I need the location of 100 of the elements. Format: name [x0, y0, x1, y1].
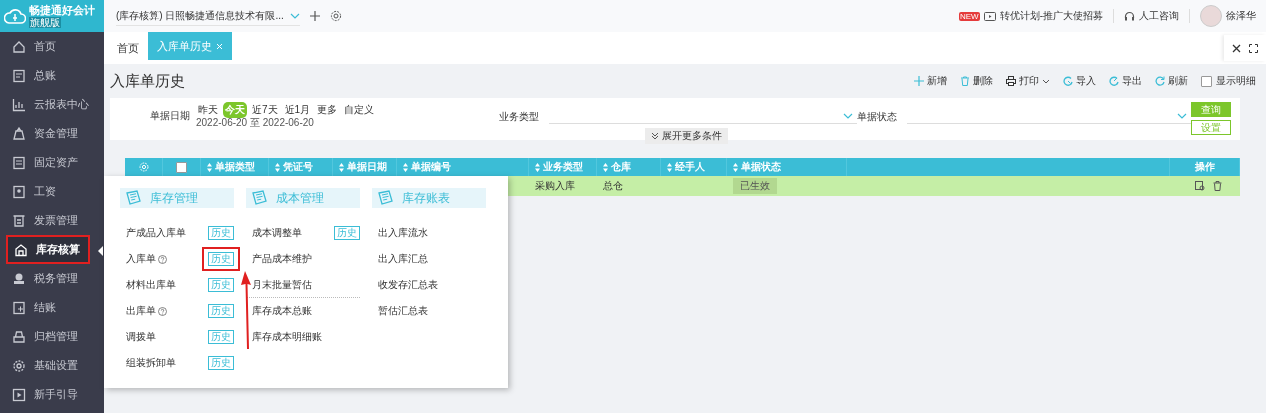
toolbar-button[interactable]: 刷新	[1155, 74, 1188, 88]
document-icon	[124, 190, 142, 206]
date-option[interactable]: 近7天	[250, 102, 280, 118]
sidebar-item[interactable]: 发票管理	[0, 206, 100, 235]
expand-button[interactable]: 展开更多条件	[645, 128, 728, 144]
archive-icon	[12, 329, 26, 344]
account-selector[interactable]: (库存核算) 日照畅捷通信息技术有限...	[116, 6, 300, 26]
field-label: 单据日期	[150, 109, 190, 123]
export-icon	[1109, 76, 1119, 86]
promo-link[interactable]: 转优计划-推广大使招募	[999, 9, 1103, 23]
document-icon	[12, 300, 26, 315]
tv-icon	[983, 11, 996, 21]
sidebar-item[interactable]: 固定资产	[0, 148, 100, 177]
double-chevron-icon	[651, 132, 659, 140]
sidebar-item[interactable]: 资金管理	[0, 119, 100, 148]
plus-icon	[914, 76, 924, 86]
menu-item[interactable]: 调拨单	[126, 330, 156, 344]
sidebar-item[interactable]: 基础设置	[0, 351, 100, 380]
close-icon[interactable]	[1232, 43, 1241, 53]
document-icon	[12, 68, 26, 83]
sidebar-item[interactable]: 总账	[0, 61, 100, 90]
bag-icon	[12, 126, 26, 141]
import-icon	[1063, 76, 1073, 86]
menu-item[interactable]: 月末批量暂估	[252, 277, 312, 292]
avatar[interactable]	[1200, 5, 1222, 27]
logo-name: 畅捷通好会计	[29, 4, 95, 17]
support-link[interactable]: 人工咨询	[1139, 9, 1179, 23]
field-label: 单据状态	[857, 110, 898, 124]
date-option[interactable]: 近1月	[282, 102, 313, 118]
menu-item[interactable]: 收发存汇总表	[378, 278, 438, 292]
refresh-icon	[1155, 76, 1165, 86]
trash-icon[interactable]	[1212, 181, 1222, 191]
sort-icon	[275, 162, 280, 172]
sidebar-item[interactable]: 工资	[0, 177, 100, 206]
chart-icon	[12, 97, 26, 112]
new-badge: NEW	[959, 11, 980, 21]
sidebar-item[interactable]: 新手引导	[0, 380, 100, 409]
sidebar-item[interactable]: 首页	[0, 32, 100, 61]
field-label: 业务类型	[498, 110, 539, 124]
stamp-icon	[12, 271, 26, 286]
gear-icon	[12, 358, 26, 373]
plus-icon[interactable]	[309, 11, 320, 21]
sidebar-item[interactable]: 归档管理	[0, 322, 100, 351]
sort-icon	[403, 162, 408, 172]
warehouse-icon	[14, 242, 28, 257]
menu-item[interactable]: 出入库流水	[378, 226, 428, 240]
settings-icon[interactable]	[329, 10, 342, 22]
toolbar-button[interactable]: 导入	[1063, 74, 1096, 88]
toolbar-button[interactable]: 打印	[1006, 74, 1050, 88]
chevron-down-icon	[289, 12, 300, 19]
home-icon	[12, 39, 26, 54]
view-icon[interactable]	[1194, 181, 1205, 191]
sort-icon	[535, 162, 540, 172]
table-cell: 总仓	[603, 179, 623, 193]
sidebar-item[interactable]: 结账	[0, 293, 100, 322]
sort-icon	[339, 162, 344, 172]
menu-item[interactable]: 入库单	[126, 252, 167, 266]
tab[interactable]: 首页	[108, 32, 148, 64]
fullscreen-icon[interactable]	[1249, 43, 1258, 53]
toolbar-button[interactable]: 导出	[1109, 74, 1142, 88]
checkbox[interactable]	[176, 161, 187, 173]
trash-icon	[960, 76, 970, 86]
user-name[interactable]: 徐泽华	[1226, 9, 1256, 23]
chevron-down-icon	[1042, 78, 1050, 84]
table-cell: 采购入库	[535, 179, 575, 193]
play-icon	[12, 387, 26, 402]
receipt-icon	[12, 213, 26, 228]
document-icon	[250, 190, 268, 206]
checkbox-label: 显示明细	[1216, 74, 1256, 88]
menu-item[interactable]: 暂估汇总表	[378, 304, 428, 318]
menu-item[interactable]: 库存成本总账	[252, 304, 312, 318]
menu-item[interactable]: 材料出库单	[126, 278, 176, 292]
menu-item[interactable]: 库存成本明细账	[252, 330, 322, 344]
document-icon	[376, 190, 394, 206]
chevron-down-icon	[843, 113, 854, 119]
document-icon	[12, 155, 26, 170]
headset-icon	[1124, 10, 1135, 22]
menu-item[interactable]: 出入库汇总	[378, 252, 428, 266]
status-badge: 已生效	[733, 178, 777, 194]
sort-icon	[733, 162, 738, 172]
date-option[interactable]: 自定义	[342, 102, 377, 118]
sort-icon	[603, 162, 608, 172]
menu-item[interactable]: 出库单	[126, 304, 167, 318]
toolbar-button[interactable]: 新增	[914, 74, 947, 88]
chevron-down-icon	[1177, 113, 1187, 119]
menu-item[interactable]: 产品成本维护	[252, 252, 312, 266]
date-option[interactable]: 昨天	[196, 102, 220, 118]
sidebar-item[interactable]: 税务管理	[0, 264, 100, 293]
page-title: 入库单历史	[110, 71, 185, 91]
sidebar-item[interactable]: 云报表中心	[0, 90, 100, 119]
menu-item[interactable]: 产成品入库单	[126, 226, 186, 240]
menu-item[interactable]: 成本调整单	[252, 226, 302, 240]
date-option[interactable]: 更多	[315, 102, 340, 118]
sort-icon	[667, 162, 672, 172]
menu-item[interactable]: 组装拆卸单	[126, 356, 176, 370]
printer-icon	[1006, 76, 1016, 86]
cloud-icon	[4, 7, 26, 25]
sort-icon	[207, 162, 212, 172]
checkbox[interactable]	[1201, 75, 1212, 87]
toolbar-button[interactable]: 删除	[960, 74, 993, 88]
